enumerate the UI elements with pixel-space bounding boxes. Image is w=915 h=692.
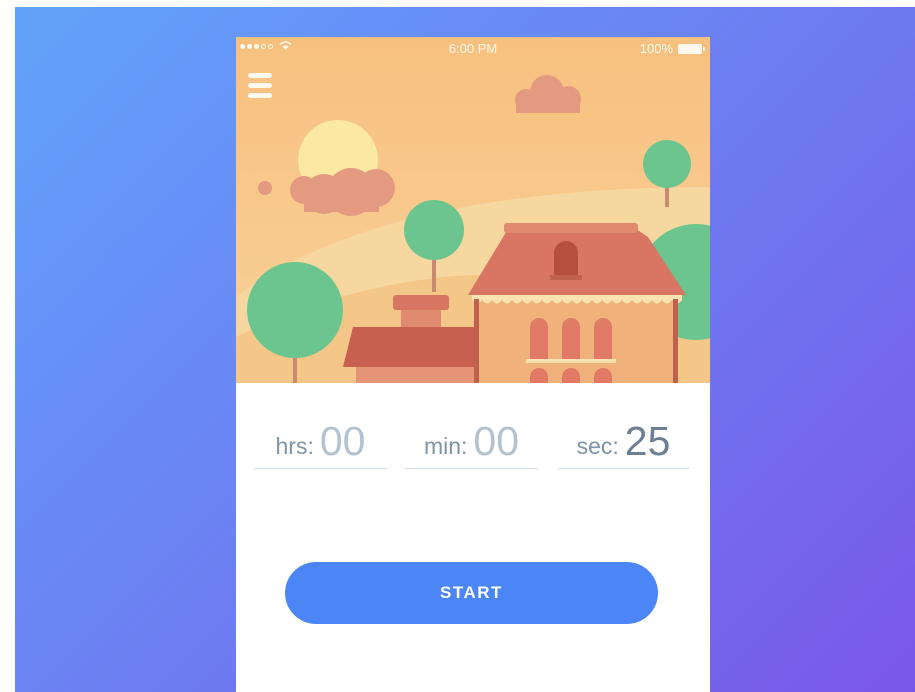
minutes-label: min:: [423, 433, 468, 459]
battery-percentage: 100%: [639, 41, 673, 56]
hours-field[interactable]: hrs: 00: [254, 409, 387, 469]
start-button[interactable]: START: [285, 562, 658, 624]
phone-screen: 6:00 PM 100% hrs: 00 min: 00 sec: 25 STA…: [236, 37, 710, 692]
main-house: [468, 223, 686, 383]
illustration-scene: [236, 37, 710, 383]
seconds-field[interactable]: sec: 25: [558, 409, 689, 469]
hours-value: 00: [319, 418, 366, 464]
minutes-field[interactable]: min: 00: [405, 409, 538, 469]
timer-inputs: hrs: 00 min: 00 sec: 25: [236, 409, 710, 471]
battery-icon: [678, 43, 705, 54]
hours-label: hrs:: [275, 433, 314, 459]
status-bar: 6:00 PM 100%: [236, 37, 710, 59]
seconds-value: 25: [624, 418, 671, 464]
menu-button[interactable]: [248, 73, 272, 99]
minutes-value: 00: [473, 418, 520, 464]
hamburger-icon: [248, 73, 272, 78]
battery-status: 100%: [639, 41, 705, 56]
seconds-label: sec:: [576, 433, 619, 459]
